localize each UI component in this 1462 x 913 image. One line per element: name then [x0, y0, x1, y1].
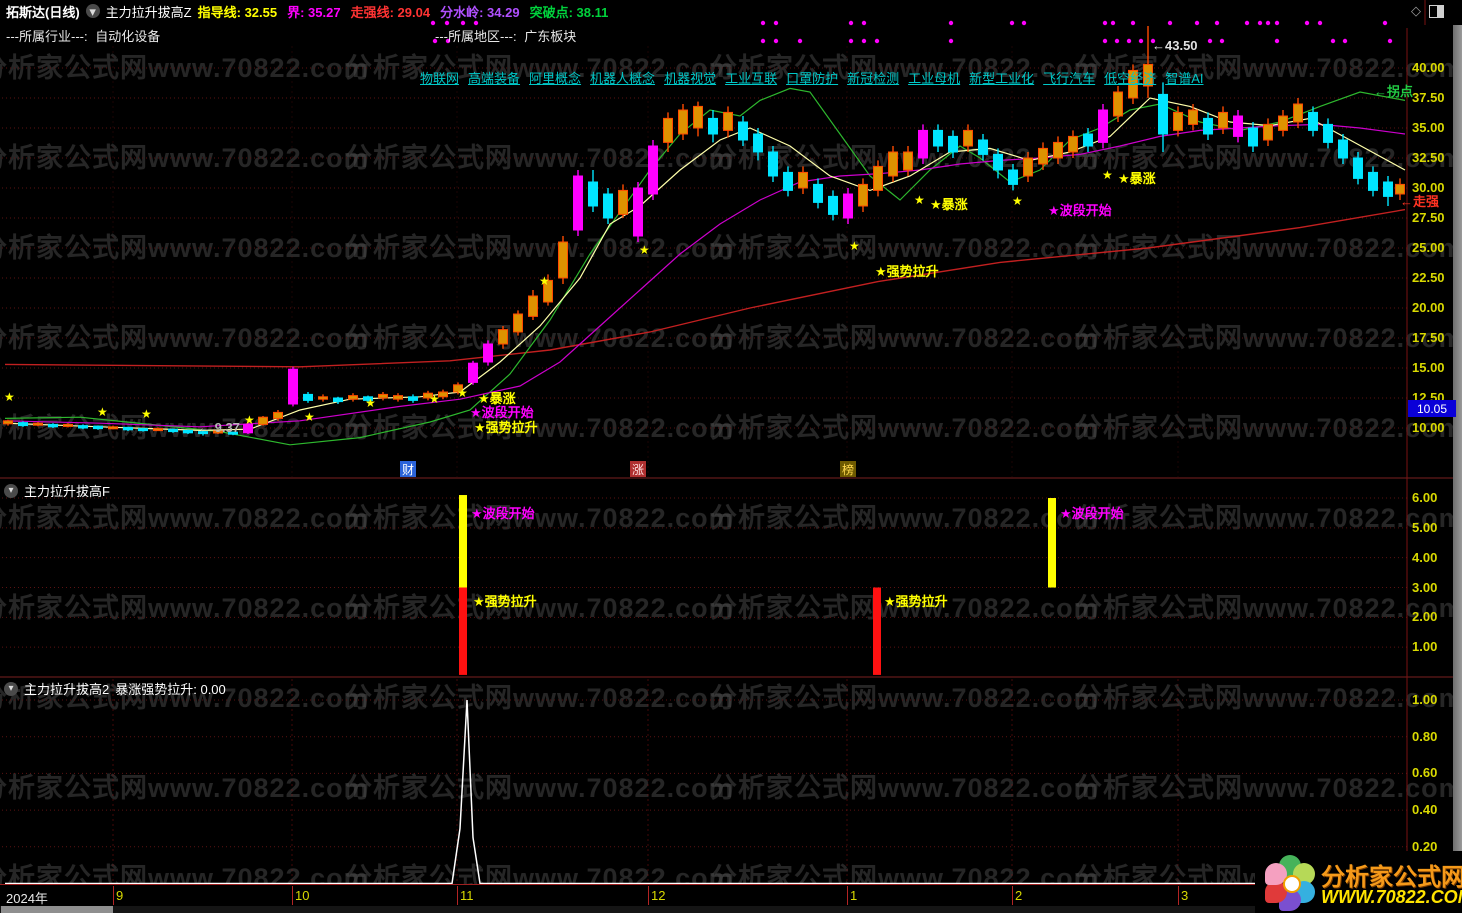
logo-url: WWW.70822.COM: [1321, 887, 1462, 907]
industry-label: ---所属行业---:: [6, 29, 88, 44]
month-separator: [457, 886, 458, 905]
split-window-icon[interactable]: [1429, 4, 1444, 18]
x-axis-month: 1: [850, 888, 858, 903]
main-chart-canvas[interactable]: [0, 0, 1462, 913]
concept-tag[interactable]: 新型工业化: [969, 68, 1034, 87]
industry-info: ---所属行业---: 自动化设备: [6, 26, 160, 45]
indicator-value: 界: 35.27: [287, 4, 341, 20]
divider-badge[interactable]: 财: [400, 461, 416, 477]
industry-value: 自动化设备: [95, 29, 161, 44]
x-axis-month: 10: [295, 888, 310, 903]
month-separator: [847, 886, 848, 905]
panel2-title: 主力拉升拔高F: [24, 484, 110, 499]
stock-title: 拓斯达(日线): [6, 4, 80, 20]
concept-tag[interactable]: 智谱AI: [1165, 68, 1203, 87]
x-axis-month: 11: [460, 888, 474, 903]
month-separator: [1178, 886, 1179, 905]
current-price-tag: 10.05: [1408, 400, 1456, 417]
panel3-value-label: 暴涨强势拉升: 0.00: [115, 682, 226, 697]
concept-tag[interactable]: 阿里概念: [529, 68, 581, 87]
window-icons: ◇: [1411, 3, 1444, 19]
month-separator: [113, 886, 114, 905]
concept-tags: 物联网 高端装备 阿里概念 机器人概念 机器视觉 工业互联 口罩防护 新冠检测 工业母机 新型工业…: [420, 68, 1203, 87]
divider-badge[interactable]: 涨: [630, 461, 646, 477]
indicator-name: 主力拉升拔高Z: [105, 4, 192, 20]
x-axis-month: 12: [651, 888, 666, 903]
panel2-title-row: ▾ 主力拉升拔高F: [4, 481, 110, 500]
concept-tag[interactable]: 物联网: [420, 68, 459, 87]
title-bar: 拓斯达(日线) ▾ 主力拉升拔高Z 指导线: 32.55 界: 35.27 走强线:…: [0, 0, 1462, 22]
indicator-values: 指导线: 32.55 界: 35.27 走强线: 29.04 分水岭: 34.29 突破…: [198, 2, 609, 21]
concept-tag[interactable]: 工业互联: [725, 68, 777, 87]
flower-center: [1283, 875, 1301, 893]
flower-logo-icon: [1263, 855, 1317, 911]
region-info: ---所属地区---: 广东板块: [435, 26, 576, 45]
chevron-down-icon[interactable]: ▾: [85, 4, 100, 18]
x-axis-year: 2024年: [6, 891, 48, 906]
month-separator: [292, 886, 293, 905]
month-separator: [1012, 886, 1013, 905]
region-value: 广东板块: [524, 29, 577, 44]
scrollbar-thumb[interactable]: [1, 906, 113, 913]
panel3-chevron-icon[interactable]: ▾: [4, 681, 18, 696]
info-row: ---所属行业---: 自动化设备 ---所属地区---: 广东板块: [0, 26, 1462, 45]
panel2-chevron-icon[interactable]: ▾: [4, 483, 18, 498]
month-separator: [648, 886, 649, 905]
concept-tag[interactable]: 口罩防护: [786, 68, 838, 87]
x-axis-bar: 2024年 9 10 11 12 1 2 3: [0, 884, 1462, 906]
concept-tag[interactable]: 新冠检测: [847, 68, 899, 87]
indicator-value: 分水岭: 34.29: [440, 4, 520, 20]
concept-tag[interactable]: 飞行汽车: [1043, 68, 1095, 87]
indicator-value: 指导线: 32.55: [197, 4, 278, 20]
indicator-value: 走强线: 29.04: [350, 4, 431, 20]
x-axis-month: 3: [1181, 888, 1189, 903]
concept-tag[interactable]: 高端装备: [468, 68, 520, 87]
horizontal-scrollbar[interactable]: [0, 906, 1462, 913]
panel3-title: 主力拉升拔高2: [24, 682, 110, 697]
x-axis-month: 9: [116, 888, 124, 903]
concept-tag[interactable]: 机器人概念: [590, 68, 655, 87]
concept-tag[interactable]: 机器视觉: [664, 68, 716, 87]
panel3-title-row: ▾ 主力拉升拔高2 暴涨强势拉升: 0.00: [4, 679, 226, 698]
divider-badge[interactable]: 榜: [840, 461, 856, 477]
concept-tag[interactable]: 低空经济: [1104, 68, 1156, 87]
region-label: ---所属地区---:: [435, 29, 517, 44]
diamond-icon[interactable]: ◇: [1411, 3, 1421, 19]
indicator-value: 突破点: 38.11: [529, 4, 609, 20]
right-gutter[interactable]: [1453, 25, 1462, 913]
site-logo[interactable]: 分析家公式网 WWW.70822.COM: [1255, 851, 1462, 913]
concept-tag[interactable]: 工业母机: [908, 68, 960, 87]
x-axis-month: 2: [1015, 888, 1023, 903]
